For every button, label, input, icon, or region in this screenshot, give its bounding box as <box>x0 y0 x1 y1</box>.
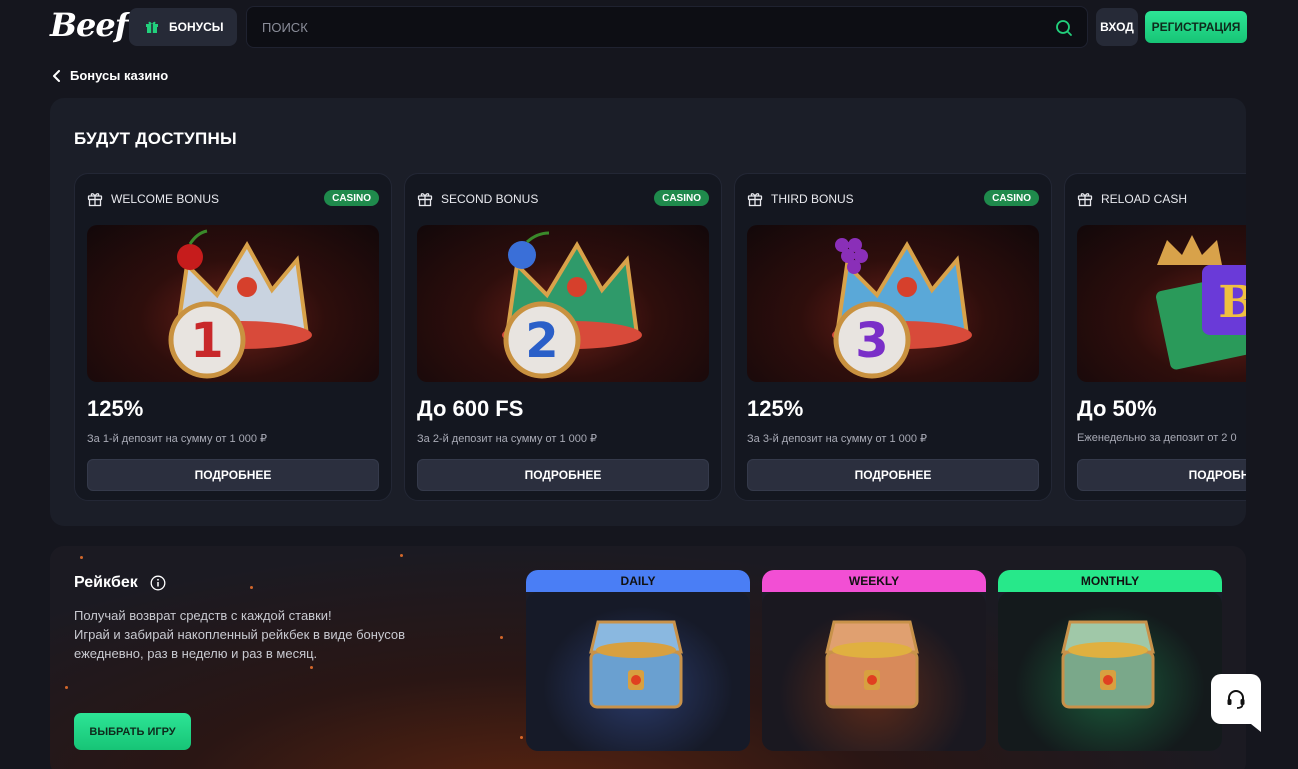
period-tab: DAILY <box>526 570 750 592</box>
rakeback-title-text: Рейкбек <box>74 574 138 591</box>
card-name: WELCOME BONUS <box>111 192 220 206</box>
chevron-left-icon <box>53 69 60 82</box>
bonus-description: За 3-й депозит на сумму от 1 000 ₽ <box>747 433 928 445</box>
card-name: SECOND BONUS <box>441 192 539 206</box>
casino-badge: CASINO <box>324 190 379 206</box>
details-button[interactable]: ПОДРОБНЕЕ <box>87 459 379 491</box>
rakeback-description: Получай возврат средств с каждой ставки!… <box>74 606 454 663</box>
logo[interactable]: Beef <box>50 6 129 44</box>
chest-daily-image <box>526 592 750 751</box>
gift-icon <box>87 193 103 207</box>
section-title: БУДУТ ДОСТУПНЫ <box>74 129 237 148</box>
search-input[interactable] <box>262 19 1042 35</box>
bonus-card: RELOAD CASH B До 50% Еженедельно за депо… <box>1064 173 1246 501</box>
card-header: THIRD BONUS CASINO <box>747 190 1039 208</box>
bonus-card: SECOND BONUS CASINO 2 До 600 FS За 2-й д… <box>404 173 722 501</box>
crown-2-image: 2 <box>417 225 709 382</box>
login-button[interactable]: ВХОД <box>1096 8 1138 46</box>
chest-weekly-image <box>762 592 986 751</box>
upcoming-bonuses-section: БУДУТ ДОСТУПНЫ WELCOME BONUS CASINO 1 12… <box>50 98 1246 526</box>
bonus-amount: До 50% <box>1077 396 1157 421</box>
card-header: RELOAD CASH <box>1077 190 1246 208</box>
back-link[interactable]: Бонусы казино <box>52 68 168 83</box>
numeral: B <box>1218 277 1246 328</box>
card-name: RELOAD CASH <box>1101 192 1188 206</box>
header: Beef БОНУСЫ ВХОД РЕГИСТРАЦИЯ <box>0 0 1298 54</box>
headset-icon <box>1227 690 1245 709</box>
rakeback-weekly-card[interactable]: WEEKLY <box>762 570 986 751</box>
casino-badge: CASINO <box>984 190 1039 206</box>
search-bar[interactable] <box>246 6 1088 48</box>
info-icon[interactable] <box>150 575 166 591</box>
bonus-card: WELCOME BONUS CASINO 1 125% За 1-й депоз… <box>74 173 392 501</box>
back-label: Бонусы казино <box>70 68 169 83</box>
bonus-amount: 125% <box>747 396 804 421</box>
details-button[interactable]: ПОДРОБНЕ <box>1077 459 1246 491</box>
rakeback-section: Рейкбек Получай возврат средств с каждой… <box>50 546 1246 769</box>
support-chat-button[interactable] <box>1211 674 1261 732</box>
crown-3-image: 3 <box>747 225 1039 382</box>
chest-monthly-image <box>998 592 1222 751</box>
bonus-card: THIRD BONUS CASINO 3 125% За 3-й депозит… <box>734 173 1052 501</box>
bonus-description: Еженедельно за депозит от 2 0 <box>1077 432 1237 444</box>
gift-icon <box>417 193 433 207</box>
rakeback-title: Рейкбек <box>74 574 166 592</box>
details-button[interactable]: ПОДРОБНЕЕ <box>417 459 709 491</box>
gift-icon <box>747 193 763 207</box>
crown-1-image: 1 <box>87 225 379 382</box>
cash-image: B <box>1077 225 1246 382</box>
choose-game-button[interactable]: ВЫБРАТЬ ИГРУ <box>74 713 191 750</box>
numeral: 2 <box>525 313 558 369</box>
search-icon[interactable] <box>1055 19 1073 37</box>
bonuses-label: БОНУСЫ <box>169 20 224 34</box>
rakeback-text-line: ежедневно, раз в неделю и раз в месяц. <box>74 646 318 661</box>
rakeback-text-line: Получай возврат средств с каждой ставки! <box>74 608 332 623</box>
gift-icon <box>1077 193 1093 207</box>
period-tab: WEEKLY <box>762 570 986 592</box>
casino-badge: CASINO <box>654 190 709 206</box>
bonuses-button[interactable]: БОНУСЫ <box>129 8 237 46</box>
rakeback-monthly-card[interactable]: MONTHLY <box>998 570 1222 751</box>
register-button[interactable]: РЕГИСТРАЦИЯ <box>1145 11 1247 43</box>
period-tab: MONTHLY <box>998 570 1222 592</box>
bonus-description: За 1-й депозит на сумму от 1 000 ₽ <box>87 433 268 445</box>
gift-icon <box>146 21 158 33</box>
rakeback-text-line: Играй и забирай накопленный рейкбек в ви… <box>74 627 406 642</box>
card-name: THIRD BONUS <box>771 192 854 206</box>
details-button[interactable]: ПОДРОБНЕЕ <box>747 459 1039 491</box>
numeral: 1 <box>190 313 223 369</box>
card-header: WELCOME BONUS CASINO <box>87 190 379 208</box>
numeral: 3 <box>855 313 888 369</box>
bonus-amount: 125% <box>87 396 144 421</box>
card-header: SECOND BONUS CASINO <box>417 190 709 208</box>
rakeback-daily-card[interactable]: DAILY <box>526 570 750 751</box>
bonus-description: За 2-й депозит на сумму от 1 000 ₽ <box>417 433 598 445</box>
bonus-amount: До 600 FS <box>417 396 524 421</box>
